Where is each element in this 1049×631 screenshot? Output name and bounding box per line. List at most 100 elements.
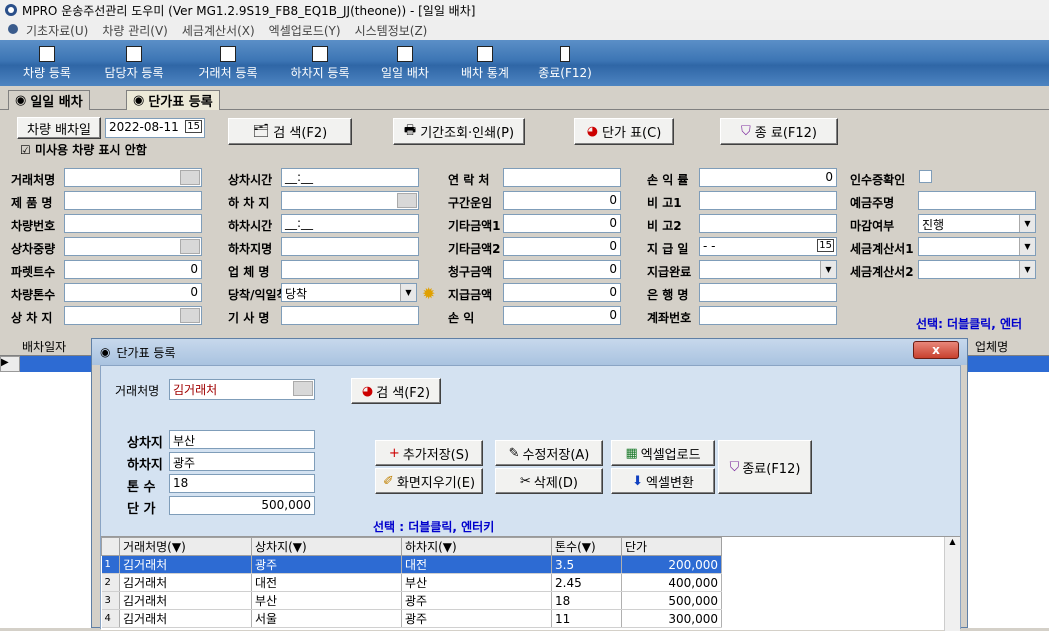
car-dispatch-date-button[interactable]: 차량 배차일 <box>17 117 101 139</box>
form-field-c3-0[interactable] <box>503 168 621 187</box>
chevron-down-icon[interactable]: ▼ <box>400 284 416 301</box>
form-field-c3-3[interactable]: 0 <box>503 237 621 256</box>
scroll-up-icon[interactable]: ▲ <box>945 537 960 546</box>
dialog-exit-button[interactable]: ⛉ 종료(F12) <box>718 440 812 494</box>
form-field-c4-2[interactable] <box>699 214 837 233</box>
tab-price-register[interactable]: ◉ 단가표 등록 <box>126 90 220 110</box>
form-field-c5-2[interactable]: 진행 ▼ <box>918 214 1036 233</box>
form-field-c1-4[interactable]: 0 <box>64 260 202 279</box>
dialog-app-icon: ◉ <box>100 345 111 359</box>
lookup-button[interactable] <box>180 170 200 185</box>
form-field-c1-5[interactable]: 0 <box>64 283 202 302</box>
vertical-scrollbar[interactable]: ▲ <box>944 537 960 631</box>
dispatch-date-field[interactable]: 2022-08-11 15 <box>105 118 205 138</box>
dialog-select-hint: 선택 : 더블클릭, 엔터키 <box>373 520 495 534</box>
excel-upload-button[interactable]: ▦ 엑셀업로드 <box>611 440 715 466</box>
form-field-c1-0[interactable] <box>64 168 202 187</box>
delete-button[interactable]: ✂ 삭제(D) <box>495 468 603 494</box>
calendar-icon[interactable]: 15 <box>817 239 834 252</box>
dialog-field-input[interactable]: 부산 <box>169 430 315 449</box>
clear-screen-button[interactable]: ✐ 화면지우기(E) <box>375 468 483 494</box>
price-table-button[interactable]: ◕ 단가 표(C) <box>574 118 674 145</box>
form-field-c3-2[interactable]: 0 <box>503 214 621 233</box>
col-dispatch-date[interactable]: 배차일자 <box>22 338 66 355</box>
toolbar-daily-dispatch[interactable]: 일일 배차 <box>372 42 438 84</box>
edit-save-button[interactable]: ✎ 수정저장(A) <box>495 440 603 466</box>
toolbar-unload-register[interactable]: 하차지 등록 <box>282 42 358 84</box>
menu-tax-invoice[interactable]: 세금계산서(X) <box>182 22 255 39</box>
period-query-print-button[interactable]: 🖶 기간조회·인쇄(P) <box>393 118 525 145</box>
unused-vehicle-checkbox[interactable]: ☑ 미사용 차량 표시 안함 <box>20 141 147 158</box>
tab-daily-dispatch[interactable]: ◉ 일일 배차 <box>8 90 90 110</box>
menu-vehicle-mgmt[interactable]: 차량 관리(V) <box>102 22 168 39</box>
price-grid[interactable]: 거래처명(▼) 상차지(▼) 하차지(▼) 톤수(▼) 단가 1 김거래처 광주 대전 3.5 20… <box>101 536 960 631</box>
toolbar-client-register[interactable]: 거래처 등록 <box>188 42 268 84</box>
toolbar-vehicle-register[interactable]: 차량 등록 <box>14 42 80 84</box>
table-row[interactable]: 1 김거래처 광주 대전 3.5 200,000 <box>101 555 722 574</box>
client-field[interactable]: 김거래처 <box>169 379 315 400</box>
search-button[interactable]: 🗂 검 색(F2) <box>228 118 352 145</box>
add-save-button[interactable]: + 추가저장(S) <box>375 440 483 466</box>
form-field-c2-3[interactable] <box>281 237 419 256</box>
dialog-body: 거래처명 김거래처 ◕ 검 색(F2) 상차지 부산 하차지 광주 톤 수 18 단 가 500… <box>100 365 961 631</box>
form-field-c1-2[interactable] <box>64 214 202 233</box>
chevron-down-icon[interactable]: ▼ <box>820 261 836 278</box>
exit-button[interactable]: ⛉ 종 료(F12) <box>720 118 838 145</box>
form-field-c3-6[interactable]: 0 <box>503 306 621 325</box>
form-field-c2-4[interactable] <box>281 260 419 279</box>
lookup-button[interactable] <box>397 193 417 208</box>
form-field-c5-1[interactable] <box>918 191 1036 210</box>
dialog-field-input[interactable]: 18 <box>169 474 315 493</box>
receipt-confirm-checkbox[interactable] <box>919 170 932 183</box>
form-field-c5-3[interactable]: ▼ <box>918 237 1036 256</box>
toolbar-exit[interactable]: 종료(F12) <box>530 42 600 84</box>
chevron-down-icon[interactable]: ▼ <box>1019 261 1035 278</box>
mdi-icon[interactable] <box>6 23 20 38</box>
dialog-field-input[interactable]: 광주 <box>169 452 315 471</box>
form-field-c2-6[interactable] <box>281 306 419 325</box>
menu-basic-data[interactable]: 기초자료(U) <box>26 22 88 39</box>
form-field-c4-4[interactable]: ▼ <box>699 260 837 279</box>
menu-excel-upload[interactable]: 엑셀업로드(Y) <box>269 22 341 39</box>
dialog-field-input[interactable]: 500,000 <box>169 496 315 515</box>
form-field-c2-5[interactable]: 당착 ▼ <box>281 283 417 302</box>
form-field-c2-1[interactable] <box>281 191 419 210</box>
toolbar-dispatch-stats[interactable]: 배차 통계 <box>452 42 518 84</box>
toolbar-manager-register[interactable]: 담당자 등록 <box>96 42 172 84</box>
form-field-c3-5[interactable]: 0 <box>503 283 621 302</box>
excel-convert-button[interactable]: ⬇ 엑셀변환 <box>611 468 715 494</box>
table-row[interactable]: 3 김거래처 부산 광주 18 500,000 <box>101 591 722 610</box>
form-field-c5-4[interactable]: ▼ <box>918 260 1036 279</box>
form-field-c1-1[interactable] <box>64 191 202 210</box>
grid-header-cell[interactable]: 상차지(▼) <box>251 537 402 556</box>
form-field-c4-1[interactable] <box>699 191 837 210</box>
lookup-button[interactable] <box>180 308 200 323</box>
lookup-button[interactable] <box>180 239 200 254</box>
table-row[interactable]: 4 김거래처 서울 광주 11 300,000 <box>101 609 722 628</box>
grid-header-cell[interactable]: 거래처명(▼) <box>119 537 252 556</box>
grid-header-cell[interactable]: 하차지(▼) <box>401 537 552 556</box>
form-field-c4-0[interactable]: 0 <box>699 168 837 187</box>
dialog-search-button[interactable]: ◕ 검 색(F2) <box>351 378 441 404</box>
menu-system-info[interactable]: 시스템정보(Z) <box>355 22 428 39</box>
table-row[interactable]: 2 김거래처 대전 부산 2.45 400,000 <box>101 573 722 592</box>
form-field-c4-6[interactable] <box>699 306 837 325</box>
client-lookup-button[interactable] <box>293 381 313 396</box>
form-field-c4-5[interactable] <box>699 283 837 302</box>
form-field-c4-3[interactable]: - -15 <box>699 237 837 256</box>
col-company-name[interactable]: 업체명 <box>975 338 1008 355</box>
form-field-c1-3[interactable] <box>64 237 202 256</box>
close-button[interactable]: x <box>913 341 959 359</box>
form-label-c2-1: 하 차 지 <box>228 196 270 210</box>
form-field-c2-0[interactable]: __:__ <box>281 168 419 187</box>
sun-icon[interactable]: ✹ <box>422 284 435 303</box>
grid-header-cell[interactable]: 톤수(▼) <box>551 537 622 556</box>
chevron-down-icon[interactable]: ▼ <box>1019 215 1035 232</box>
form-field-c3-1[interactable]: 0 <box>503 191 621 210</box>
form-field-c2-2[interactable]: __:__ <box>281 214 419 233</box>
grid-header-cell[interactable]: 단가 <box>621 537 722 556</box>
form-field-c3-4[interactable]: 0 <box>503 260 621 279</box>
form-field-c1-6[interactable] <box>64 306 202 325</box>
chevron-down-icon[interactable]: ▼ <box>1019 238 1035 255</box>
calendar-icon[interactable]: 15 <box>185 120 202 133</box>
